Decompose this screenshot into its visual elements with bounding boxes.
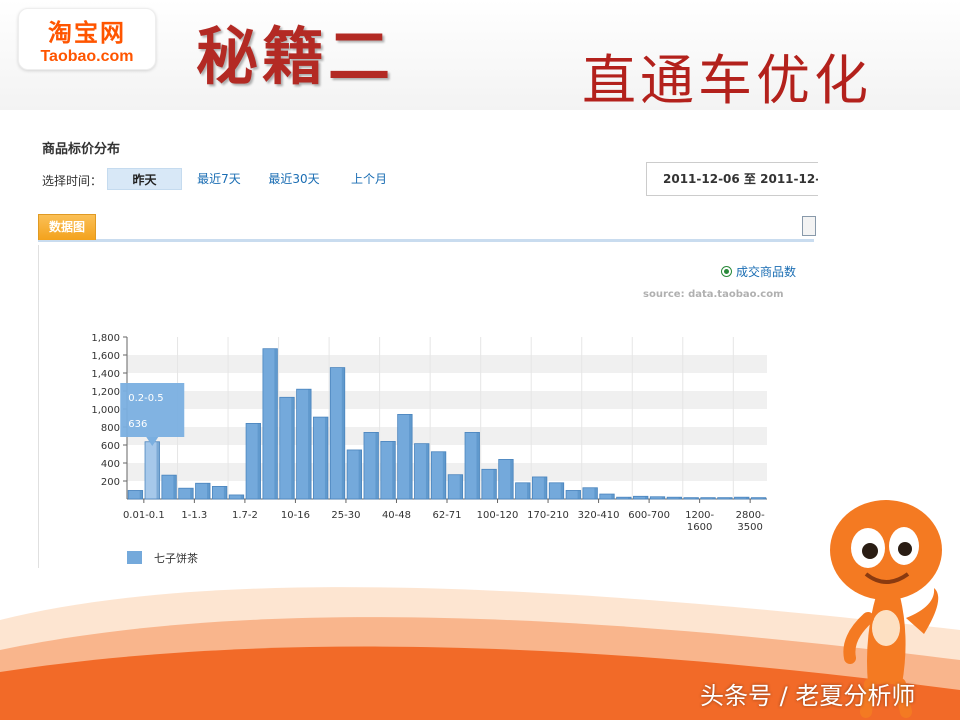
bar-shade — [678, 497, 682, 499]
bar-shade — [425, 443, 429, 499]
bar-shade — [257, 423, 261, 499]
bar-shade — [173, 475, 177, 499]
x-tick-label: 1600 — [687, 522, 712, 533]
date-range-picker[interactable]: 2011-12-06 至 2011-12-06 — [646, 162, 818, 196]
bar-shade — [291, 397, 295, 499]
bar-shade — [274, 348, 278, 499]
x-tick-label: 25-30 — [331, 510, 360, 521]
grid-band — [127, 391, 767, 409]
x-tick-label: 62-71 — [432, 510, 461, 521]
grid-band — [127, 427, 767, 445]
y-tick-label: 1,800 — [91, 333, 120, 344]
x-tick-label: 170-210 — [527, 510, 569, 521]
bar-shade — [476, 432, 480, 499]
bar-shade — [527, 482, 531, 499]
x-tick-label: 1200- — [685, 510, 714, 521]
x-tick-label: 1-1.3 — [181, 510, 207, 521]
bar-shade — [240, 494, 244, 499]
price-distribution-panel: 商品标价分布 选择时间： 昨天 最近7天 最近30天 上个月 2011-12-0… — [38, 128, 818, 568]
grid-band — [127, 463, 767, 481]
bar-shade — [392, 441, 396, 499]
y-tick-label: 200 — [101, 477, 120, 488]
tab-chart[interactable]: 数据图 — [38, 214, 96, 240]
x-tick-label: 600-700 — [628, 510, 670, 521]
y-tick-label: 1,200 — [91, 387, 120, 398]
bar-shade — [341, 367, 345, 499]
bar-shade — [611, 494, 615, 499]
bar-shade — [207, 483, 211, 499]
expand-icon[interactable] — [802, 216, 816, 236]
time-option-30days[interactable]: 最近30天 — [264, 168, 324, 190]
x-tick-label: 40-48 — [382, 510, 411, 521]
bar-shade — [594, 487, 598, 499]
tooltip-value: 636 — [128, 419, 147, 430]
x-tick-label: 100-120 — [477, 510, 519, 521]
panel-heading: 商品标价分布 — [42, 142, 121, 157]
y-tick-label: 600 — [101, 441, 120, 452]
bar-shade — [543, 476, 547, 499]
logo-text-en: Taobao.com — [40, 48, 134, 65]
time-option-7days[interactable]: 最近7天 — [192, 168, 246, 190]
y-tick-label: 800 — [101, 423, 120, 434]
y-tick-label: 400 — [101, 459, 120, 470]
bar-shade — [729, 497, 733, 499]
bar-shade — [139, 490, 143, 499]
bar-shade — [375, 432, 379, 499]
bar-shade — [762, 497, 766, 499]
bar-shade — [628, 497, 632, 499]
time-option-last-month[interactable]: 上个月 — [344, 168, 394, 190]
y-tick-label: 1,000 — [91, 405, 120, 416]
slide-title: 秘籍二 — [196, 20, 395, 93]
bar-shade — [223, 486, 227, 499]
bar-shade — [442, 451, 446, 499]
bar-shade — [695, 497, 699, 499]
legend-series-name: 七子饼茶 — [154, 552, 198, 565]
bar-shade — [577, 490, 581, 499]
bar-shade — [358, 449, 362, 499]
bar-shade — [324, 417, 328, 499]
time-select-label: 选择时间： — [42, 174, 103, 188]
series-legend: 七子饼茶 — [127, 550, 198, 566]
x-tick-label: 320-410 — [578, 510, 620, 521]
tab-bar: 数据图 — [38, 214, 816, 242]
bar-shade — [308, 389, 312, 499]
bar-shade — [510, 459, 514, 499]
x-tick-label: 1.7-2 — [232, 510, 258, 521]
x-tick-label: 2800- — [736, 510, 765, 521]
x-tick-label: 10-16 — [281, 510, 310, 521]
time-option-yesterday[interactable]: 昨天 — [107, 168, 182, 190]
bar-shade — [745, 497, 749, 499]
bar-shade — [493, 469, 497, 499]
logo-text-cn: 淘宝网 — [48, 19, 126, 47]
bar-shade — [459, 474, 463, 499]
bar-chart: 200 400 600 800 1,000 1,200 1,400 1,600 1,800 0.0… — [91, 333, 767, 533]
bar-shade — [560, 482, 564, 499]
tooltip-range: 0.2-0.5 — [128, 393, 163, 404]
grid-band — [127, 355, 767, 373]
watermark: 头条号 / 老夏分析师 — [700, 682, 916, 710]
chart-area: 成交商品数 source: data.taobao.com 200 400 600 8… — [38, 245, 814, 568]
bar-shade — [712, 497, 716, 499]
x-tick-label: 3500 — [737, 522, 762, 533]
slide-subtitle: 直通车优化 — [582, 49, 872, 112]
bar-shade — [409, 414, 413, 499]
y-tick-label: 1,600 — [91, 351, 120, 362]
bar-shade — [644, 496, 648, 499]
bar-shade — [156, 441, 160, 499]
taobao-logo: 淘宝网 Taobao.com — [18, 8, 156, 70]
bar-shade — [661, 496, 665, 499]
x-tick-label: 0.01-0.1 — [123, 510, 165, 521]
bar-shade — [190, 488, 194, 499]
legend-swatch — [127, 551, 142, 564]
y-tick-label: 1,400 — [91, 369, 120, 380]
